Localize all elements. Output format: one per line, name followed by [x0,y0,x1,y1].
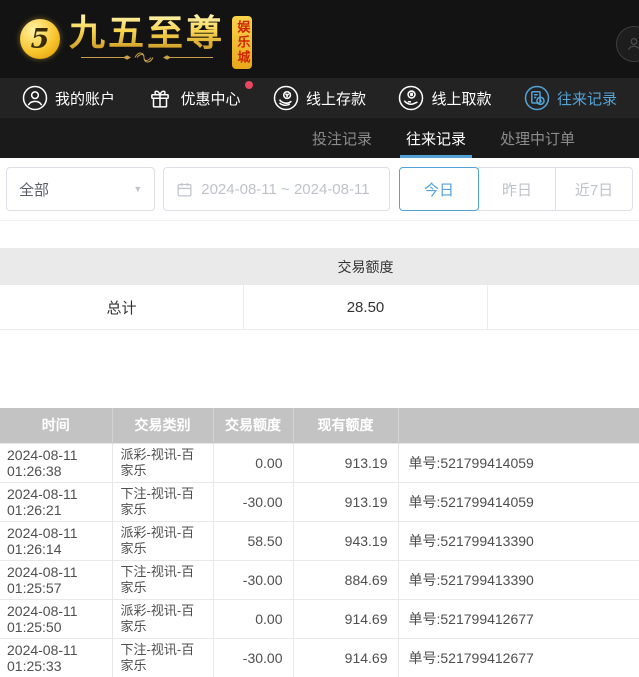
tab-label: 往来记录 [406,128,466,149]
cell-type: 下注-视讯-百家乐 [112,482,213,521]
logo-text: 九五至尊 [69,14,225,54]
tab-transaction-records[interactable]: 往来记录 [406,118,466,158]
logo-badge: 娱乐城 [232,16,252,69]
site-header: 5 九五至尊 娱乐城 [0,0,639,78]
nav-label: 线上存款 [306,88,366,109]
cell-time: 2024-08-11 01:26:21 [0,482,112,521]
cell-time: 2024-08-11 01:26:14 [0,521,112,560]
yesterday-button[interactable]: 昨日 [478,167,556,211]
quick-date-group: 今日 昨日 近7日 [399,167,633,211]
nav-label: 往来记录 [557,88,617,109]
tab-label: 处理中订单 [500,128,575,149]
col-order [398,408,639,443]
cell-amount: 0.00 [213,599,293,638]
tab-processing-orders[interactable]: 处理中订单 [500,118,575,158]
nav-item-withdraw[interactable]: 线上取款 [398,85,491,111]
record-subtabs: 投注记录 往来记录 处理中订单 [0,118,639,158]
cell-order: 单号:521799412677 [398,638,639,677]
main-navbar: 我的账户 优惠中心 线上存款 [0,78,639,118]
nav-item-transactions[interactable]: 往来记录 [524,85,617,111]
records-icon [524,85,550,111]
type-select-value: 全部 [19,179,49,200]
table-row: 2024-08-11 01:26:21 下注-视讯-百家乐 -30.00 913… [0,482,639,521]
service-float-icon[interactable] [616,26,639,62]
col-amount: 交易额度 [213,408,293,443]
summary-header-amount: 交易额度 [243,248,488,285]
spacer [0,330,639,408]
cell-order: 单号:521799412677 [398,599,639,638]
table-row: 2024-08-11 01:26:14 派彩-视讯-百家乐 58.50 943.… [0,521,639,560]
cell-order: 单号:521799413390 [398,521,639,560]
cell-balance: 913.19 [293,443,398,482]
notification-dot [245,81,253,89]
cell-balance: 943.19 [293,521,398,560]
cell-balance: 914.69 [293,638,398,677]
cell-type: 派彩-视讯-百家乐 [112,521,213,560]
summary-total-row: 总计 28.50 [0,285,639,330]
withdraw-icon [398,85,424,111]
flourish-divider-icon [79,51,215,64]
nav-item-deposit[interactable]: 线上存款 [273,85,366,111]
table-row: 2024-08-11 01:25:50 派彩-视讯-百家乐 0.00 914.6… [0,599,639,638]
nav-item-my-account[interactable]: 我的账户 [22,85,115,111]
tab-bet-records[interactable]: 投注记录 [312,118,372,158]
cell-order: 单号:521799413390 [398,560,639,599]
table-row: 2024-08-11 01:25:33 下注-视讯-百家乐 -30.00 914… [0,638,639,677]
cell-balance: 913.19 [293,482,398,521]
app-window: 5 九五至尊 娱乐城 我的账户 [0,0,639,677]
cell-amount: 0.00 [213,443,293,482]
type-select[interactable]: 全部 ▼ [6,167,155,211]
records-table: 时间 交易类别 交易额度 现有额度 2024-08-11 01:26:38 派彩… [0,408,639,677]
cell-order: 单号:521799414059 [398,443,639,482]
nav-item-promotions[interactable]: 优惠中心 [147,85,240,111]
summary-total-label: 总计 [0,285,243,329]
tab-label: 投注记录 [312,128,372,149]
logo-coin-icon: 5 [20,19,60,59]
records-header-row: 时间 交易类别 交易额度 现有额度 [0,408,639,443]
cell-time: 2024-08-11 01:25:33 [0,638,112,677]
chevron-down-icon: ▼ [133,184,142,194]
cell-amount: -30.00 [213,560,293,599]
spacer [0,221,639,248]
cell-balance: 914.69 [293,599,398,638]
summary-total-value: 28.50 [243,285,488,329]
logo-number: 5 [31,24,50,55]
summary-header-empty [0,248,243,285]
filter-bar: 全部 ▼ 2024-08-11 ~ 2024-08-11 今日 昨日 近7日 [0,158,639,221]
cell-time: 2024-08-11 01:25:57 [0,560,112,599]
user-icon [22,85,48,111]
col-time: 时间 [0,408,112,443]
today-button[interactable]: 今日 [399,167,479,211]
cell-type: 下注-视讯-百家乐 [112,560,213,599]
nav-label: 优惠中心 [180,88,240,109]
summary-empty-cell [488,285,639,329]
calendar-icon [176,181,193,198]
summary-header-row: 交易额度 [0,248,639,285]
summary-table: 交易额度 总计 28.50 [0,248,639,330]
cell-type: 下注-视讯-百家乐 [112,638,213,677]
cell-amount: -30.00 [213,638,293,677]
nav-label: 线上取款 [431,88,491,109]
cell-type: 派彩-视讯-百家乐 [112,443,213,482]
table-row: 2024-08-11 01:25:57 下注-视讯-百家乐 -30.00 884… [0,560,639,599]
cell-order: 单号:521799414059 [398,482,639,521]
cell-balance: 884.69 [293,560,398,599]
table-row: 2024-08-11 01:26:38 派彩-视讯-百家乐 0.00 913.1… [0,443,639,482]
logo[interactable]: 5 九五至尊 娱乐城 [20,10,252,69]
col-type: 交易类别 [112,408,213,443]
last7days-button[interactable]: 近7日 [555,167,633,211]
nav-label: 我的账户 [55,88,115,109]
cell-time: 2024-08-11 01:25:50 [0,599,112,638]
col-balance: 现有额度 [293,408,398,443]
deposit-icon [273,85,299,111]
gift-icon [147,85,173,111]
cell-amount: 58.50 [213,521,293,560]
summary-header-empty [488,248,639,285]
cell-time: 2024-08-11 01:26:38 [0,443,112,482]
cell-type: 派彩-视讯-百家乐 [112,599,213,638]
date-range-value: 2024-08-11 ~ 2024-08-11 [201,181,369,198]
cell-amount: -30.00 [213,482,293,521]
date-range-picker[interactable]: 2024-08-11 ~ 2024-08-11 [163,167,390,211]
